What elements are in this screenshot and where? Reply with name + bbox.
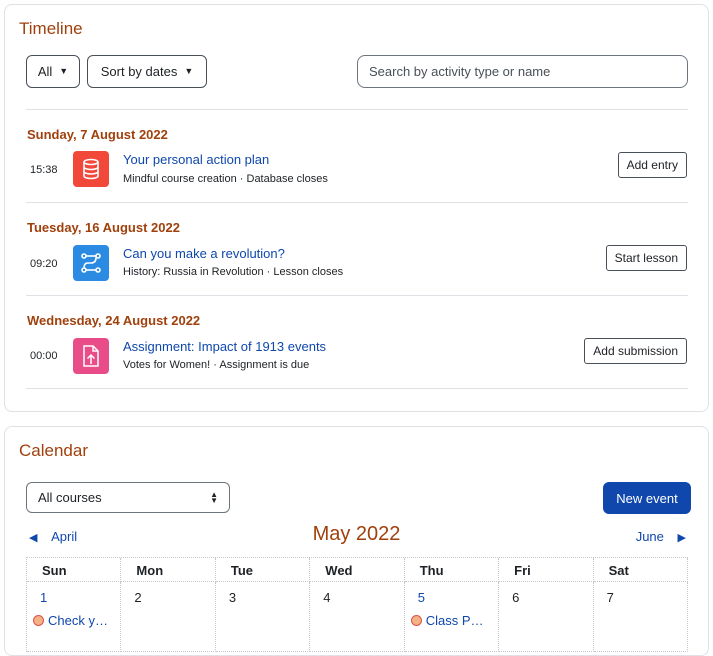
event-time: 15:38 [30,164,58,176]
start-lesson-button[interactable]: Start lesson [605,245,687,271]
course-select[interactable]: All courses ▲ ▼ [26,482,230,513]
weekday-header: Sun [27,558,122,582]
day-number: 2 [134,590,142,605]
calendar-day[interactable]: 6 [499,582,594,652]
divider [26,202,688,203]
event-time: 09:20 [30,258,58,270]
day-number-link[interactable]: 1 [40,590,47,605]
date-heading: Tuesday, 16 August 2022 [27,220,180,235]
activity-subtitle: History: Russia in Revolution · Lesson c… [123,266,344,278]
event-dot-icon [410,615,422,626]
weekday-header: Fri [499,558,594,582]
weekday-header: Mon [121,558,216,582]
activity-link[interactable]: Can you make a revolution? [123,246,285,261]
calendar-event-label: Check y… [48,613,108,628]
timeline-title: Timeline [19,19,83,38]
sort-dropdown[interactable]: Sort by dates ▼ [87,55,207,88]
arrow-right-icon: ▶ [677,532,686,544]
activity-link[interactable]: Assignment: Impact of 1913 events [123,339,326,354]
calendar-event[interactable]: Class P… [410,613,484,628]
timeline-block: Timeline All ▼ Sort by dates ▼ Search by… [4,4,709,412]
calendar-day[interactable]: 5 Class P… [404,582,500,652]
day-number: 3 [228,590,237,605]
calendar-grid: Sun Mon Tue Wed Thu Fri Sat 1 Check y… 2… [26,557,688,652]
chevron-down-icon: ▼ [59,65,69,76]
next-month-label: June [635,529,664,544]
add-submission-button[interactable]: Add submission [584,338,687,364]
date-heading: Wednesday, 24 August 2022 [27,313,201,328]
calendar-event[interactable]: Check y… [33,613,108,628]
calendar-day[interactable]: 1 Check y… [27,582,122,652]
day-number: 7 [606,590,614,605]
search-input[interactable]: Search by activity type or name [357,55,688,88]
database-icon [73,151,109,187]
new-event-button[interactable]: New event [603,482,691,514]
sort-updown-icon: ▲ ▼ [210,489,218,505]
calendar-block: Calendar All courses ▲ ▼ New event ◀ Apri… [4,426,709,656]
weekday-header: Tue [215,558,311,582]
filter-label: All [37,64,53,79]
calendar-day[interactable]: 7 [593,582,688,652]
weekday-header: Sat [593,558,688,582]
calendar-day[interactable]: 2 [121,582,216,652]
weekday-header: Thu [404,558,500,582]
lesson-path-icon [73,245,109,281]
divider [26,388,688,389]
month-title: May 2022 [312,523,401,545]
calendar-event-label: Class P… [425,613,484,628]
weekday-header: Wed [310,558,405,582]
event-dot-icon [33,615,44,626]
divider [26,109,688,110]
next-month-link[interactable]: June ▶ [636,529,686,544]
filter-dropdown[interactable]: All ▼ [26,55,80,88]
assignment-upload-icon [73,338,109,374]
divider [26,295,688,296]
chevron-down-icon: ▼ [184,65,194,76]
event-time: 00:00 [30,350,58,362]
day-number: 4 [323,590,331,605]
calendar-title: Calendar [19,441,88,460]
course-select-value: All courses [38,490,102,505]
activity-link[interactable]: Your personal action plan [123,152,269,167]
search-placeholder: Search by activity type or name [369,64,551,79]
activity-subtitle: Votes for Women! · Assignment is due [123,359,310,371]
sort-label: Sort by dates [100,64,178,79]
day-number: 6 [512,590,520,605]
calendar-day[interactable]: 4 [310,582,405,652]
activity-subtitle: Mindful course creation · Database close… [123,173,328,185]
add-entry-button[interactable]: Add entry [617,152,687,178]
date-heading: Sunday, 7 August 2022 [27,127,168,142]
day-number-link[interactable]: 5 [418,590,425,605]
calendar-day[interactable]: 3 [215,582,311,652]
